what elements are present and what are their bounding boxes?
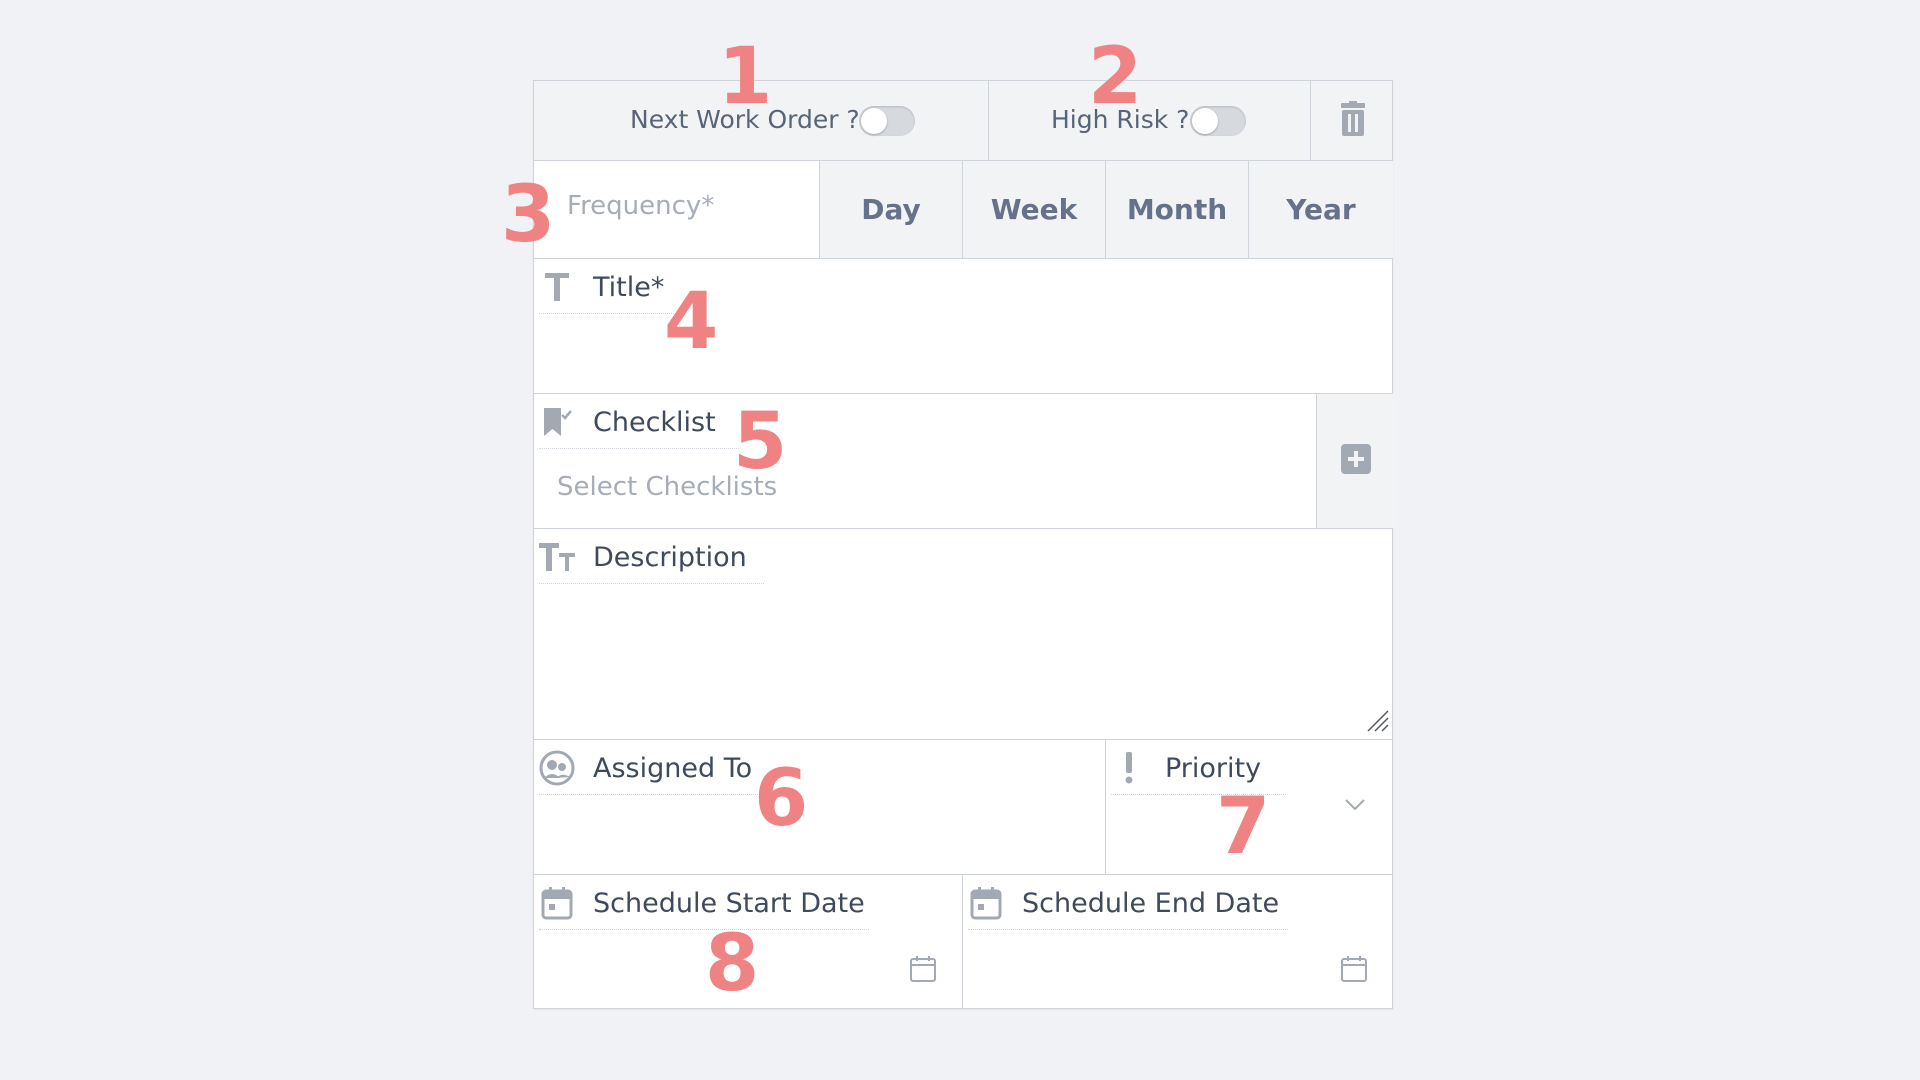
trash-icon[interactable] xyxy=(1338,101,1368,137)
annotation-8: 8 xyxy=(705,919,760,1009)
annotation-2: 2 xyxy=(1088,32,1143,122)
annotation-3: 3 xyxy=(501,170,556,260)
title-row[interactable]: Title* xyxy=(534,259,1392,394)
assigned-label: Assigned To xyxy=(593,752,753,784)
frequency-placeholder: Frequency* xyxy=(567,191,715,221)
annotation-5: 5 xyxy=(733,397,788,487)
resize-handle-icon[interactable] xyxy=(1364,707,1390,737)
frequency-field[interactable]: Frequency* xyxy=(534,161,819,258)
start-date-label: Schedule Start Date xyxy=(593,887,865,919)
toggle-row: Next Work Order ? High Risk ? xyxy=(534,81,1392,161)
frequency-option-week[interactable]: Week xyxy=(962,161,1105,258)
title-label: Title* xyxy=(593,271,665,303)
schedule-end-field[interactable]: Schedule End Date xyxy=(963,875,1394,1009)
checklist-field[interactable]: Checklist Select Checklists xyxy=(534,394,1317,528)
next-work-order-toggle[interactable] xyxy=(859,106,915,136)
start-date-label-group: Schedule Start Date xyxy=(539,885,869,930)
calendar-icon xyxy=(539,885,575,921)
frequency-option-day[interactable]: Day xyxy=(819,161,962,258)
high-risk-cell: High Risk ? xyxy=(989,81,1311,160)
title-label-group: Title* xyxy=(539,269,674,314)
checklist-label: Checklist xyxy=(593,406,716,438)
checklist-icon xyxy=(539,404,575,440)
plus-icon[interactable] xyxy=(1341,444,1371,474)
assigned-to-field[interactable]: Assigned To xyxy=(534,740,1106,874)
end-date-label-group: Schedule End Date xyxy=(968,885,1288,930)
text-size-icon xyxy=(539,539,575,575)
start-date-picker-icon[interactable] xyxy=(909,955,937,983)
delete-cell[interactable] xyxy=(1311,81,1394,160)
text-t-icon xyxy=(539,269,575,305)
annotation-7: 7 xyxy=(1216,782,1271,872)
description-row[interactable]: Description xyxy=(534,529,1392,740)
end-date-picker-icon[interactable] xyxy=(1340,955,1368,983)
annotation-6: 6 xyxy=(754,754,809,844)
high-risk-toggle[interactable] xyxy=(1190,106,1246,136)
frequency-option-year[interactable]: Year xyxy=(1248,161,1393,258)
user-group-icon xyxy=(539,750,575,786)
annotation-4: 4 xyxy=(664,277,719,367)
description-label: Description xyxy=(593,541,747,573)
checklist-row: Checklist Select Checklists xyxy=(534,394,1394,529)
frequency-row: Frequency* Day Week Month Year xyxy=(534,161,1393,259)
end-date-label: Schedule End Date xyxy=(1022,887,1280,919)
add-checklist-cell[interactable] xyxy=(1317,394,1394,528)
priority-label: Priority xyxy=(1165,752,1262,784)
calendar-icon xyxy=(968,885,1004,921)
schedule-row: Schedule Start Date Schedule End Date xyxy=(534,875,1392,1009)
exclamation-icon xyxy=(1111,750,1147,786)
description-label-group: Description xyxy=(539,539,764,584)
chevron-down-icon[interactable] xyxy=(1344,798,1366,812)
assigned-label-group: Assigned To xyxy=(539,750,764,795)
frequency-option-month[interactable]: Month xyxy=(1105,161,1248,258)
checklist-label-group: Checklist xyxy=(539,404,739,449)
annotation-1: 1 xyxy=(718,32,773,122)
